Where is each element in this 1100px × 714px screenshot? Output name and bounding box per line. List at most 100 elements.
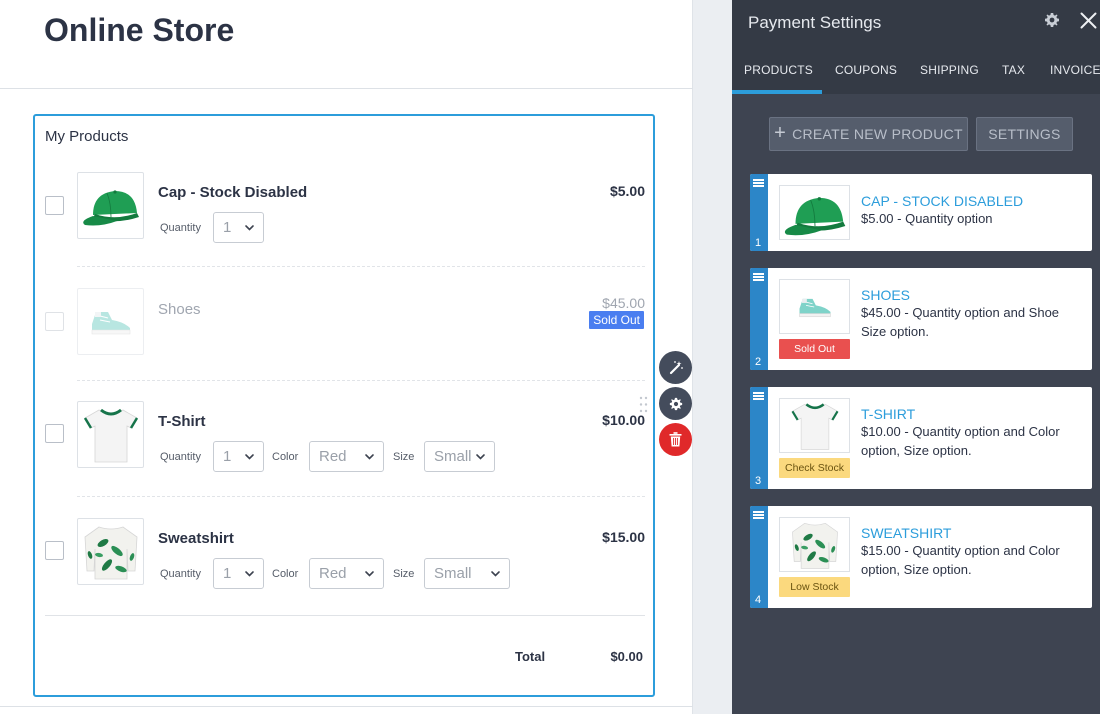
- drag-handle-icon[interactable]: [639, 396, 648, 413]
- card-image-cap: [779, 185, 850, 240]
- quantity-label: Quantity: [160, 222, 201, 234]
- field-settings-button[interactable]: [659, 387, 692, 420]
- card-description: $15.00 - Quantity option and Color optio…: [861, 543, 1060, 577]
- card-number: 2: [755, 356, 762, 368]
- total-divider: [45, 615, 645, 616]
- plus-icon: +: [774, 121, 787, 144]
- color-select[interactable]: Red: [309, 558, 384, 589]
- stock-badge: Low Stock: [779, 577, 850, 597]
- card-title[interactable]: T-SHIRT: [861, 406, 915, 422]
- color-label: Color: [272, 451, 299, 463]
- card-drag-handle[interactable]: 1: [750, 174, 768, 251]
- stock-badge: Sold Out: [779, 339, 850, 359]
- gear-icon: [669, 397, 682, 410]
- card-image-sweatshirt: [779, 517, 850, 572]
- create-button-label: CREATE NEW PRODUCT: [792, 126, 963, 142]
- card-drag-handle[interactable]: 2: [750, 268, 768, 370]
- card-number: 4: [755, 594, 762, 606]
- size-value: Small: [434, 448, 472, 465]
- quantity-label: Quantity: [160, 451, 201, 463]
- product-image-sweatshirt: [77, 518, 144, 585]
- payment-settings-panel: Payment Settings PRODUCTS COUPONS SHIPPI…: [732, 0, 1100, 714]
- create-new-product-button[interactable]: + CREATE NEW PRODUCT: [769, 117, 968, 151]
- panel-header: Payment Settings: [732, 0, 1100, 44]
- form-canvas: Online Store My Products Cap - Stock Dis…: [0, 0, 693, 714]
- title-divider: [0, 88, 693, 89]
- chevron-down-icon: [476, 454, 485, 460]
- tab-products[interactable]: PRODUCTS: [744, 63, 813, 77]
- product-checkbox[interactable]: [45, 196, 64, 215]
- tab-shipping[interactable]: SHIPPING: [920, 63, 979, 77]
- product-price: $5.00: [609, 183, 645, 199]
- quantity-value: 1: [223, 219, 232, 236]
- active-tab-indicator: [732, 90, 822, 94]
- chevron-down-icon: [245, 454, 254, 460]
- product-image-tshirt: [77, 401, 144, 468]
- card-description: $5.00 - Quantity option: [861, 211, 993, 226]
- row-divider: [77, 266, 645, 267]
- quantity-select[interactable]: 1: [213, 212, 264, 243]
- tab-tax[interactable]: TAX: [1002, 63, 1025, 77]
- card-image-shoes: [779, 279, 850, 334]
- chevron-down-icon: [491, 571, 500, 577]
- product-card[interactable]: 1 CAP - STOCK DISABLED $5.00 - Quantity …: [750, 174, 1092, 251]
- gear-icon[interactable]: [1044, 12, 1060, 28]
- product-name: Sweatshirt: [158, 530, 234, 547]
- total-label: Total: [515, 649, 546, 664]
- close-icon[interactable]: [1080, 12, 1097, 29]
- product-card[interactable]: 2 Sold Out SHOES $45.00 - Quantity optio…: [750, 268, 1092, 370]
- product-image-cap: [77, 172, 144, 239]
- product-image-shoes: [77, 288, 144, 355]
- delete-field-button[interactable]: [659, 423, 692, 456]
- size-value: Small: [434, 565, 472, 582]
- product-name: T-Shirt: [158, 413, 206, 430]
- size-label: Size: [393, 451, 415, 463]
- size-select[interactable]: Small: [424, 441, 495, 472]
- product-list-field[interactable]: My Products Cap - Stock Disabled $5.00 Q…: [33, 114, 655, 697]
- color-label: Color: [272, 568, 299, 580]
- card-image-tshirt: [779, 398, 850, 453]
- quantity-label: Quantity: [160, 568, 201, 580]
- trash-icon: [669, 432, 682, 447]
- chevron-down-icon: [245, 571, 254, 577]
- product-checkbox: [45, 312, 64, 331]
- settings-button-label: SETTINGS: [988, 126, 1061, 142]
- row-divider: [77, 496, 645, 497]
- card-description: $45.00 - Quantity option and Shoe Size o…: [861, 305, 1060, 339]
- panel-title: Payment Settings: [748, 13, 882, 32]
- card-drag-handle[interactable]: 3: [750, 387, 768, 489]
- card-drag-handle[interactable]: 4: [750, 506, 768, 608]
- settings-button[interactable]: SETTINGS: [976, 117, 1073, 151]
- quantity-select[interactable]: 1: [213, 558, 264, 589]
- tab-invoice[interactable]: INVOICE: [1050, 63, 1100, 77]
- stock-badge: Check Stock: [779, 458, 850, 478]
- chevron-down-icon: [365, 454, 374, 460]
- size-select[interactable]: Small: [424, 558, 510, 589]
- card-number: 3: [755, 475, 762, 487]
- wand-icon: [669, 360, 683, 374]
- card-title[interactable]: SWEATSHIRT: [861, 525, 952, 541]
- card-number: 1: [755, 237, 762, 249]
- field-label: My Products: [45, 128, 129, 145]
- quantity-value: 1: [223, 448, 232, 465]
- bottom-divider: [0, 706, 693, 707]
- product-checkbox[interactable]: [45, 424, 64, 443]
- quantity-value: 1: [223, 565, 232, 582]
- product-name: Cap - Stock Disabled: [158, 184, 308, 201]
- page-title: Online Store: [44, 12, 235, 48]
- product-card[interactable]: 4 Low Stock SWEATSHIRT $15.00 - Quantity…: [750, 506, 1092, 608]
- wand-button[interactable]: [659, 351, 692, 384]
- product-name: Shoes: [158, 301, 201, 318]
- quantity-select[interactable]: 1: [213, 441, 264, 472]
- color-select[interactable]: Red: [309, 441, 384, 472]
- size-label: Size: [393, 568, 415, 580]
- total-value: $0.00: [610, 649, 643, 664]
- product-card[interactable]: 3 Check Stock T-SHIRT $10.00 - Quantity …: [750, 387, 1092, 489]
- product-price: $10.00: [602, 412, 645, 428]
- card-title[interactable]: CAP - STOCK DISABLED: [861, 193, 1023, 209]
- chevron-down-icon: [245, 225, 254, 231]
- tab-coupons[interactable]: COUPONS: [835, 63, 897, 77]
- card-title[interactable]: SHOES: [861, 287, 910, 303]
- product-checkbox[interactable]: [45, 541, 64, 560]
- color-value: Red: [319, 448, 347, 465]
